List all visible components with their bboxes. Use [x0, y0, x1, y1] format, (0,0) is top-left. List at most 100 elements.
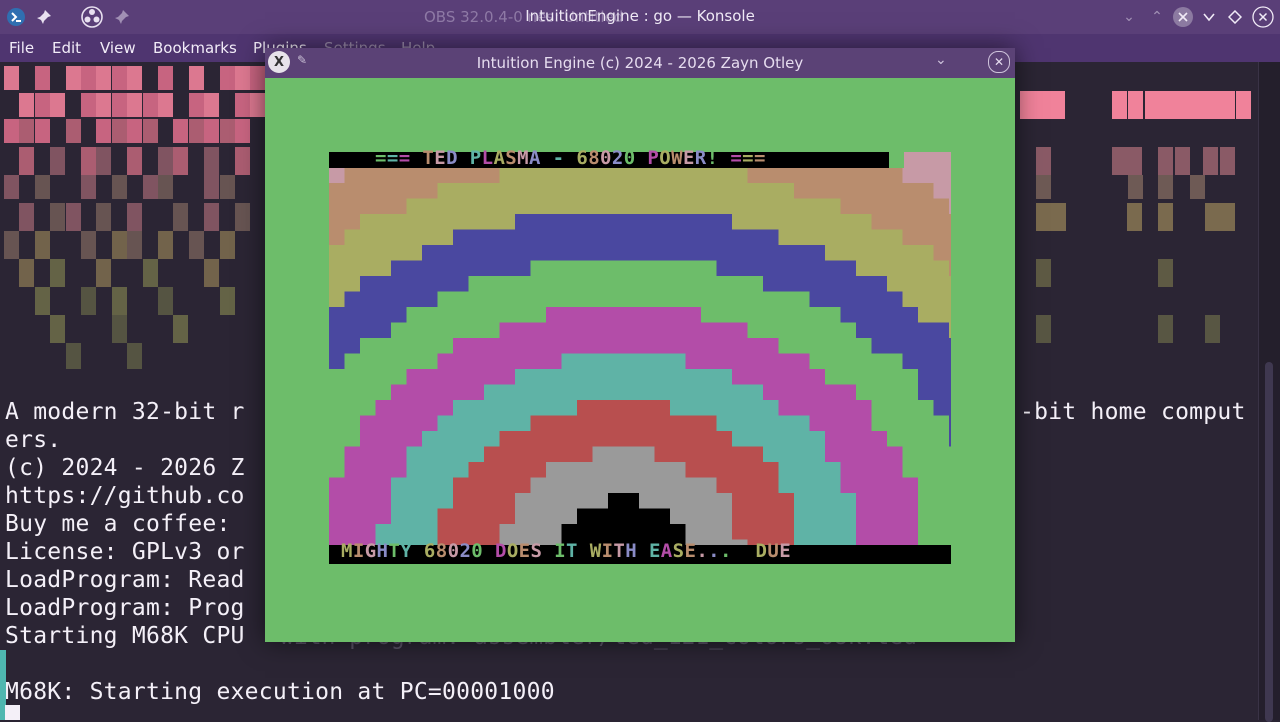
pin-icon[interactable] [110, 5, 134, 29]
plasma-cell [685, 198, 702, 215]
terminal-block [50, 259, 66, 287]
menu-view[interactable]: View [100, 39, 136, 57]
plasma-cell [856, 462, 873, 479]
plasma-cell [608, 462, 625, 479]
plasma-cell [484, 307, 501, 324]
emulator-titlebar[interactable]: X ✎ Intuition Engine (c) 2024 - 2026 Zay… [265, 48, 1015, 78]
plasma-cell [794, 307, 811, 324]
plasma-cell [887, 338, 904, 355]
menu-file[interactable]: File [9, 39, 34, 57]
plasma-cell [577, 307, 594, 324]
plasma-cell [949, 245, 966, 262]
menu-edit[interactable]: Edit [52, 39, 81, 57]
plasma-cell [840, 338, 857, 355]
plasma-cell [375, 400, 392, 417]
plasma-cell [654, 307, 671, 324]
plasma-cell [949, 524, 966, 541]
plasma-cell [716, 369, 733, 386]
plasma-cell [499, 229, 516, 246]
plasma-cell [453, 431, 470, 448]
plasma-cell [840, 431, 857, 448]
plasma-cell [453, 198, 470, 215]
close-icon[interactable] [1252, 6, 1274, 28]
plasma-cell [515, 229, 532, 246]
terminal-icon[interactable] [4, 5, 28, 29]
close-icon[interactable]: ✕ [988, 51, 1010, 73]
terminal-block [1112, 147, 1127, 175]
terminal-block [1158, 203, 1173, 231]
keep-above-icon[interactable] [1224, 6, 1246, 28]
plasma-cell [933, 322, 950, 339]
plasma-cell [577, 369, 594, 386]
plasma-cell [794, 524, 811, 541]
plasma-cell [592, 369, 609, 386]
plasma-cell [856, 260, 873, 277]
plasma-cell [406, 446, 423, 463]
plasma-cell [918, 415, 935, 432]
plasma-cell [608, 276, 625, 293]
plasma-cell [391, 508, 408, 525]
plasma-cell [902, 493, 919, 510]
chevron-down-icon[interactable] [1198, 6, 1220, 28]
scrollbar-thumb[interactable] [1265, 362, 1273, 722]
plasma-cell [546, 198, 563, 215]
plasma-cell [949, 276, 966, 293]
plasma-cell [732, 338, 749, 355]
plasma-cell [716, 214, 733, 231]
plasma-cell [670, 291, 687, 308]
emulator-window[interactable]: X ✎ Intuition Engine (c) 2024 - 2026 Zay… [265, 48, 1015, 642]
plasma-cell [515, 322, 532, 339]
plasma-cell [329, 338, 346, 355]
pin-icon[interactable] [32, 5, 56, 29]
plasma-cell [360, 291, 377, 308]
minimize-icon[interactable]: ⌄ [1118, 6, 1140, 28]
terminal-scrollbar[interactable] [1258, 62, 1280, 722]
plasma-cell [375, 524, 392, 541]
plasma-cell [825, 167, 842, 184]
plasma-cell [794, 322, 811, 339]
plasma-cell [437, 338, 454, 355]
plasma-cell [422, 446, 439, 463]
terminal-line: A modern 32-bit r [5, 399, 245, 425]
plasma-cell [778, 369, 795, 386]
plasma-cell [375, 198, 392, 215]
chevron-down-icon[interactable]: ⌄ [935, 52, 947, 68]
plasma-cell [437, 446, 454, 463]
plasma-cell [468, 245, 485, 262]
plasma-cell [747, 183, 764, 200]
plasma-cell [856, 167, 873, 184]
plasma-cell [670, 229, 687, 246]
plasma-cell [561, 245, 578, 262]
terminal-block [1050, 91, 1065, 119]
plasma-cell [949, 229, 966, 246]
close-icon[interactable] [1172, 6, 1194, 28]
plasma-cell [840, 183, 857, 200]
plasma-cell [918, 260, 935, 277]
konsole-titlebar[interactable]: OBS 32.0.4-0 nes: Untitled IntuitionEngi… [0, 0, 1280, 34]
terminal-block [1158, 315, 1173, 343]
plasma-cell [608, 291, 625, 308]
menu-bookmarks[interactable]: Bookmarks [153, 39, 237, 57]
plasma-cell [902, 198, 919, 215]
plasma-cell [825, 446, 842, 463]
plasma-cell [949, 369, 966, 386]
plasma-cell [887, 167, 904, 184]
plasma-cell [468, 524, 485, 541]
plasma-cell [685, 322, 702, 339]
terminal-block [1205, 203, 1220, 231]
maximize-icon[interactable]: ⌃ [1146, 6, 1168, 28]
plasma-cell [732, 307, 749, 324]
plasma-cell [329, 400, 346, 417]
plasma-cell [437, 477, 454, 494]
plasma-cell [933, 260, 950, 277]
plasma-cell [716, 446, 733, 463]
terminal-block [19, 119, 35, 143]
plasma-cell [902, 322, 919, 339]
plasma-cell [685, 214, 702, 231]
plasma-cell [701, 508, 718, 525]
plasma-cell [592, 245, 609, 262]
obs-icon[interactable] [80, 5, 104, 29]
plasma-cell [422, 291, 439, 308]
plasma-cell [515, 493, 532, 510]
plasma-cell [763, 369, 780, 386]
